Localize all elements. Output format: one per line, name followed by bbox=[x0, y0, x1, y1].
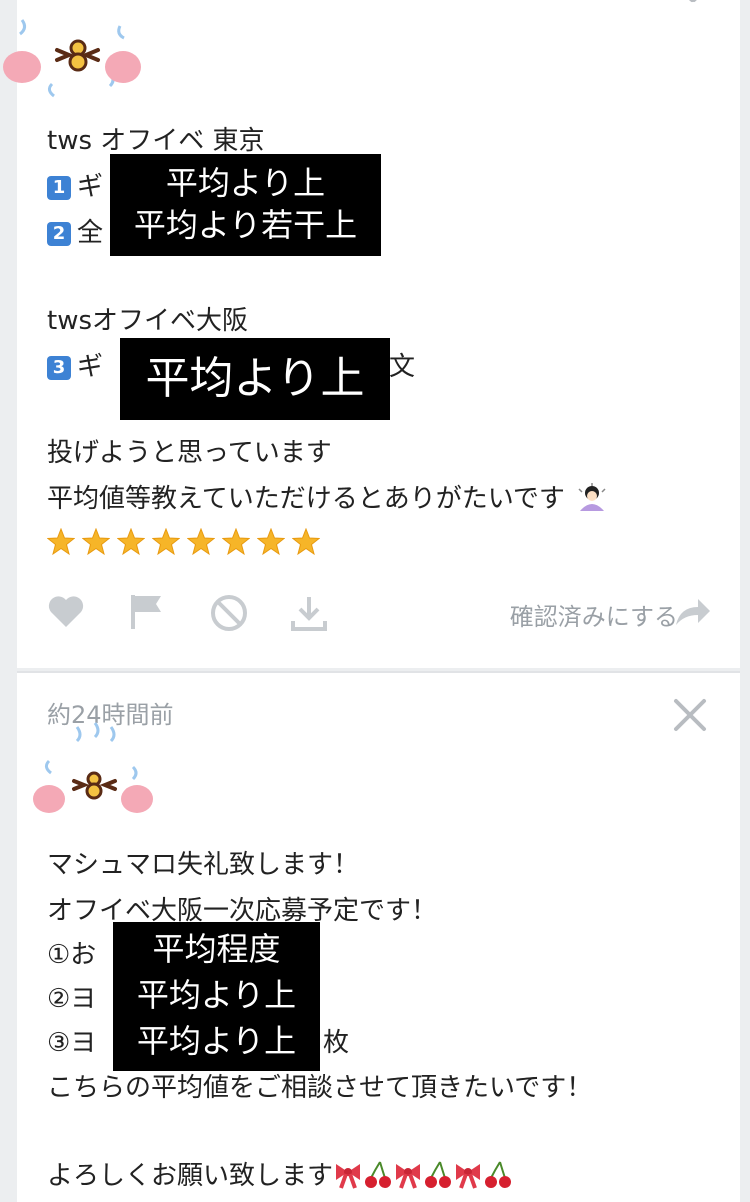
censor-text: 平均より上 bbox=[136, 1022, 297, 1060]
close-icon[interactable] bbox=[670, 695, 710, 735]
message-line: 2全 bbox=[47, 216, 103, 250]
message-line: よろしくお願い致します bbox=[47, 1159, 513, 1193]
censor-text: 平均より若干上 bbox=[133, 206, 358, 244]
message-line-text: 平均値等教えていただけるとありがたいです bbox=[47, 484, 565, 514]
star-emoji-icon bbox=[187, 528, 215, 556]
message-card-2: 約24時間前 マシュマロ失礼致します！ オフイベ大阪一次応募予定です！ ①お ②… bbox=[17, 671, 740, 1202]
censor-text: 平均より上 bbox=[165, 164, 326, 202]
censor-text: 平均より上 bbox=[145, 353, 365, 404]
message-line: マシュマロ失礼致します！ bbox=[47, 850, 360, 880]
censor-text: 平均より上 bbox=[136, 976, 297, 1014]
download-icon[interactable] bbox=[289, 593, 329, 633]
cherry-emoji-icon bbox=[365, 1161, 392, 1188]
block-icon[interactable] bbox=[209, 593, 249, 633]
message-line: ③ヨ bbox=[47, 1028, 97, 1058]
keycap-2-icon: 2 bbox=[47, 222, 71, 246]
censor-overlay: 平均程度 平均より上 平均より上 bbox=[113, 922, 320, 1071]
star-emoji-icon bbox=[117, 528, 145, 556]
star-emoji-icon bbox=[152, 528, 180, 556]
message-card-1: tws オフイベ 東京 1ギ 2全 平均より上 平均より若干上 twsオフイベ大… bbox=[3, 0, 740, 668]
message-line: 1ギ bbox=[47, 170, 103, 204]
line-prefix: ギ bbox=[77, 172, 104, 202]
keycap-3-icon: 3 bbox=[47, 356, 71, 380]
message-line: ②ヨ bbox=[47, 984, 97, 1014]
keycap-1-icon: 1 bbox=[47, 176, 71, 200]
flag-icon[interactable] bbox=[129, 593, 165, 631]
message-line-text: よろしくお願い致します bbox=[47, 1161, 334, 1191]
ribbon-emoji-icon bbox=[396, 1164, 421, 1189]
censor-overlay: 平均より上 bbox=[120, 338, 390, 420]
ribbon-emoji-icon bbox=[456, 1164, 481, 1189]
message-line: ①お bbox=[47, 940, 97, 970]
message-line: 3ギ bbox=[47, 350, 103, 384]
censor-text: 平均程度 bbox=[152, 930, 281, 968]
person-bowing-emoji-icon bbox=[578, 483, 606, 511]
star-emoji-icon bbox=[292, 528, 320, 556]
line-prefix: ギ bbox=[77, 352, 104, 382]
kawaii-face-emoji-icon bbox=[33, 722, 153, 813]
cherry-emoji-icon bbox=[425, 1161, 452, 1188]
close-icon[interactable] bbox=[672, 0, 708, 10]
mark-confirmed-button[interactable]: 確認済みにする bbox=[510, 597, 678, 632]
ribbon-emoji-icon bbox=[336, 1164, 361, 1189]
kawaii-face-emoji-icon bbox=[3, 19, 141, 98]
cherry-emoji-icon bbox=[485, 1161, 512, 1188]
star-emoji-icon bbox=[257, 528, 285, 556]
star-emoji-icon bbox=[47, 528, 75, 556]
message-line: 平均値等教えていただけるとありがたいです bbox=[47, 482, 607, 516]
line-suffix: 文 bbox=[389, 352, 416, 382]
line-prefix: 全 bbox=[77, 218, 104, 248]
censor-overlay: 平均より上 平均より若干上 bbox=[110, 154, 381, 256]
star-emoji-icon bbox=[82, 528, 110, 556]
action-bar: 確認済みにする bbox=[17, 585, 740, 645]
message-line: twsオフイベ大阪 bbox=[47, 306, 249, 336]
message-line: tws オフイベ 東京 bbox=[47, 126, 265, 156]
share-arrow-icon[interactable] bbox=[674, 595, 712, 629]
star-emoji-row bbox=[47, 528, 327, 560]
message-line: こちらの平均値をご相談させて頂きたいです！ bbox=[47, 1073, 593, 1103]
line-suffix: 枚 bbox=[323, 1028, 350, 1058]
star-emoji-icon bbox=[222, 528, 250, 556]
heart-icon[interactable] bbox=[47, 595, 85, 629]
message-line: 投げようと思っています bbox=[47, 438, 332, 468]
